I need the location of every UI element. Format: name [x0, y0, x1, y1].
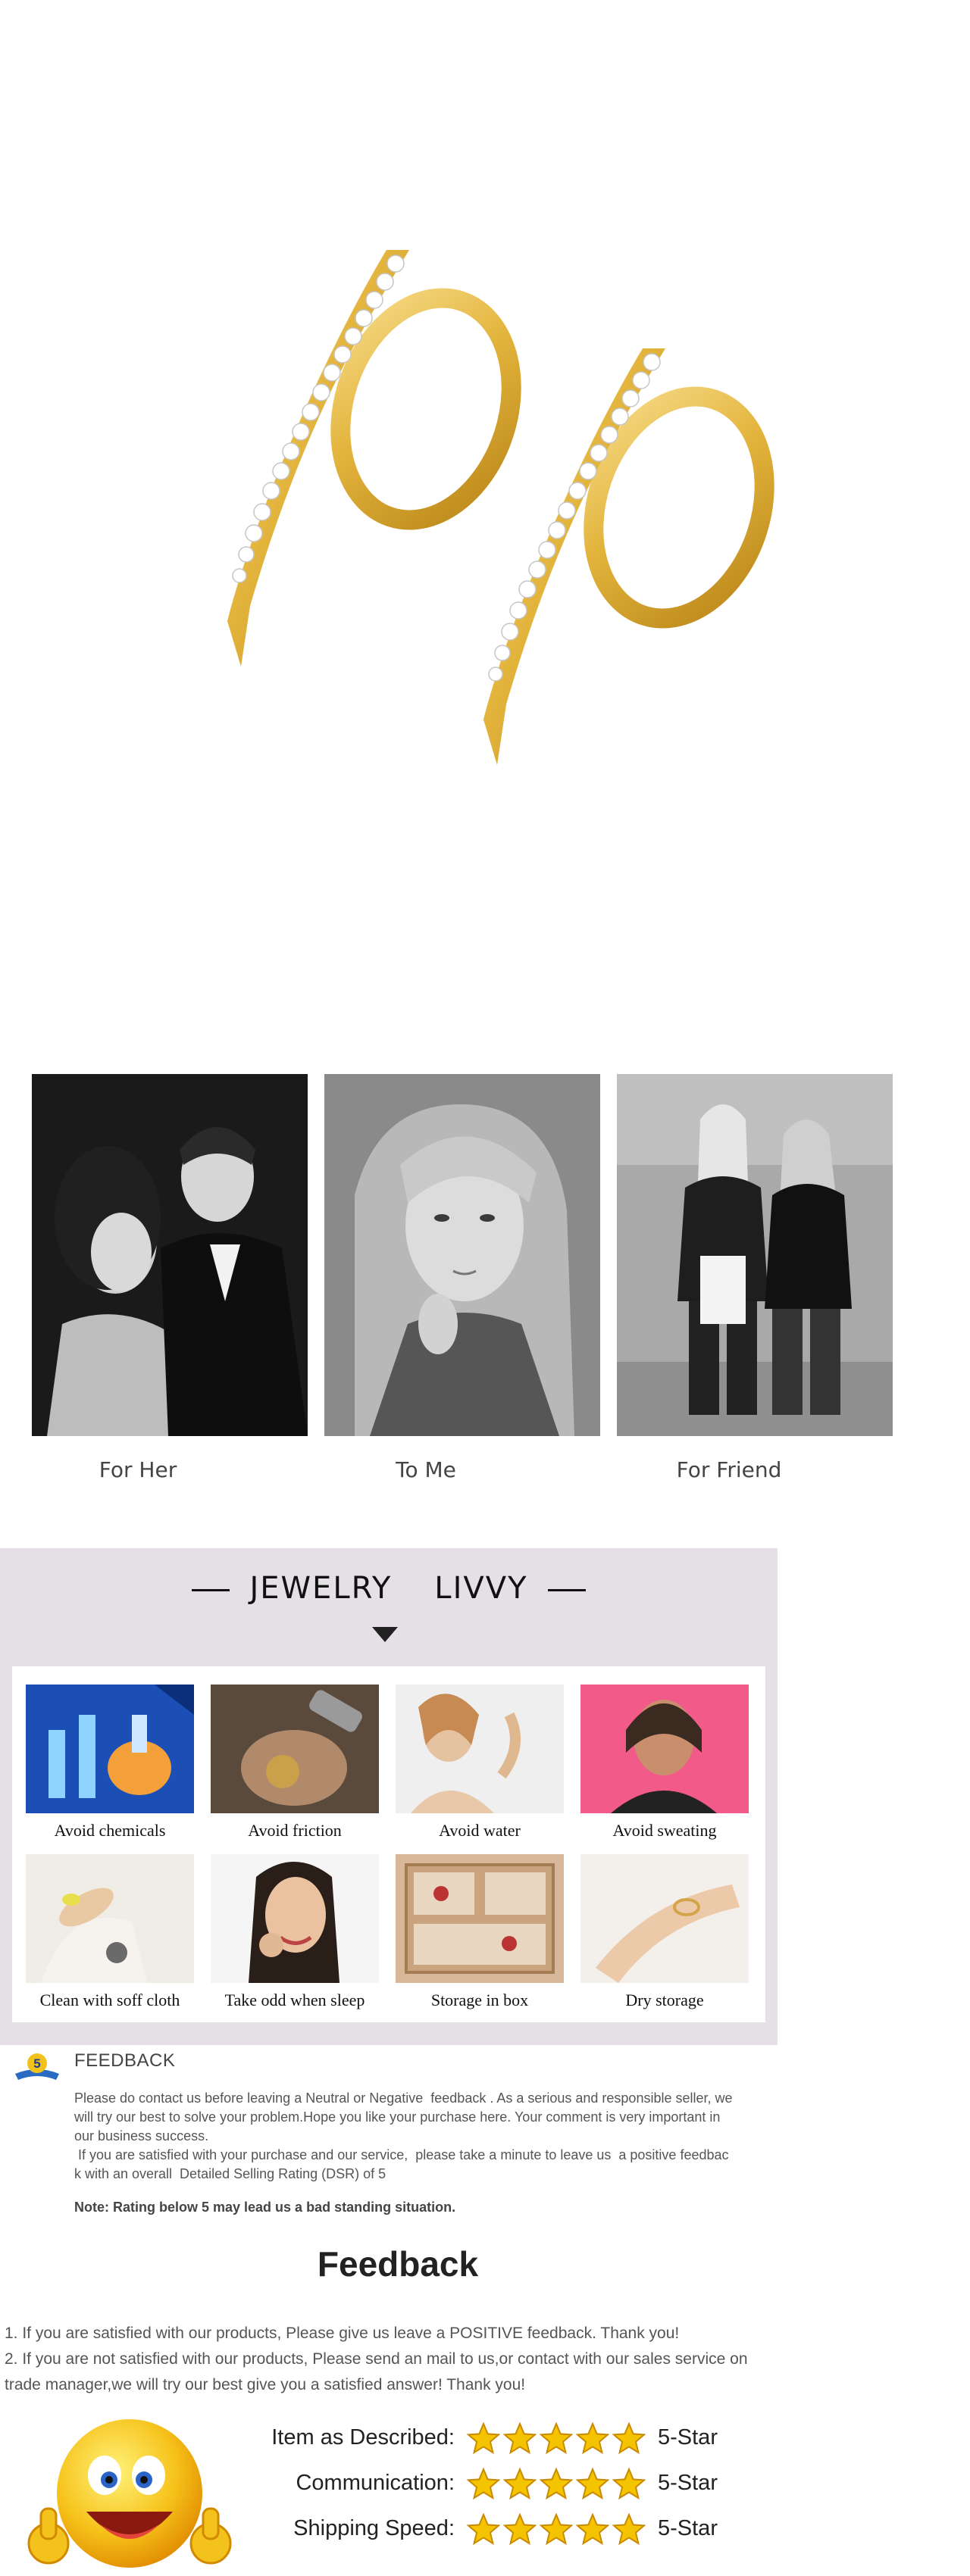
- star-icon: [467, 2468, 500, 2500]
- rating-row-item-as-described: Item as Described: 5-Star: [227, 2422, 758, 2460]
- care-label: Storage in box: [430, 1991, 529, 2009]
- product-image: [0, 0, 970, 985]
- heading-dash-right: [547, 1588, 586, 1591]
- star-icon: [540, 2422, 573, 2455]
- cloth-photo: [26, 1854, 194, 1983]
- rating-row-communication: Communication: 5-Star: [227, 2468, 758, 2506]
- friction-photo: [211, 1685, 379, 1813]
- star-icon: [503, 2513, 537, 2546]
- rating-row-shipping-speed: Shipping Speed: 5-Star: [227, 2513, 758, 2551]
- brand-right: LIVVY: [434, 1571, 528, 1606]
- gift-photo-for-friend: [617, 1074, 893, 1436]
- star-icon: [467, 2422, 500, 2455]
- down-triangle-icon: [372, 1627, 398, 1642]
- care-item-cloth: Clean with soff cloth: [26, 1854, 194, 2010]
- feedback-line-1: 1. If you are satisfied with our product…: [5, 2325, 680, 2342]
- care-item-chemicals: Avoid chemicals: [26, 1685, 194, 1841]
- right-earring: [483, 348, 774, 765]
- star-icon: [612, 2422, 646, 2455]
- rating-value: 5-Star: [658, 2516, 718, 2540]
- care-label: Avoid chemicals: [54, 1821, 166, 1840]
- heading-dash-left: [192, 1588, 230, 1591]
- feedback-notice-text: Please do contact us before leaving a Ne…: [74, 2090, 733, 2181]
- feedback-title: FEEDBACK: [74, 2050, 176, 2071]
- five-star-badge-icon: 5: [14, 2051, 61, 2081]
- svg-text:5: 5: [33, 2056, 40, 2071]
- star-icon: [576, 2468, 609, 2500]
- care-item-friction: Avoid friction: [211, 1685, 379, 1841]
- feedback-heading: Feedback: [317, 2244, 479, 2284]
- care-item-sweating: Avoid sweating: [580, 1685, 749, 1841]
- care-label: Avoid water: [439, 1821, 521, 1840]
- feedback-instructions: 1. If you are satisfied with our product…: [5, 2321, 808, 2398]
- brand-left: JEWELRY: [249, 1571, 393, 1606]
- star-icon: [612, 2513, 646, 2546]
- ring-photo: [580, 1854, 749, 1983]
- rating-label: Item as Described:: [271, 2425, 455, 2450]
- care-label: Take odd when sleep: [224, 1991, 365, 2009]
- care-item-box: Storage in box: [396, 1854, 564, 2010]
- care-label: Avoid sweating: [612, 1821, 717, 1840]
- star-icon: [576, 2422, 609, 2455]
- feedback-line-3: trade manager,we will try our best give …: [5, 2376, 526, 2393]
- care-item-water: Avoid water: [396, 1685, 564, 1841]
- brand-heading: JEWELRY LIVVY: [0, 1571, 778, 1606]
- gift-caption-to-me: To Me: [396, 1457, 456, 1482]
- star-icon: [576, 2513, 609, 2546]
- sweating-photo: [580, 1685, 749, 1813]
- rating-stars: [467, 2422, 649, 2457]
- water-photo: [396, 1685, 564, 1813]
- rating-value: 5-Star: [658, 2471, 718, 2495]
- star-icon: [467, 2513, 500, 2546]
- care-item-dry: Dry storage: [580, 1854, 749, 2010]
- rating-value: 5-Star: [658, 2425, 718, 2450]
- gift-photo-to-me: [324, 1074, 600, 1436]
- care-grid: Avoid chemicals Avoid friction Avoid wat…: [12, 1666, 765, 2022]
- feedback-line-2: 2. If you are not satisfied with our pro…: [5, 2350, 748, 2368]
- care-label: Clean with soff cloth: [39, 1991, 180, 2009]
- rating-stars: [467, 2513, 649, 2548]
- gift-photo-for-her: [32, 1074, 308, 1436]
- rating-label: Shipping Speed:: [293, 2516, 455, 2540]
- sleep-photo: [211, 1854, 379, 1983]
- chemicals-photo: [26, 1685, 194, 1813]
- care-item-sleep: Take odd when sleep: [211, 1854, 379, 2010]
- star-icon: [540, 2513, 573, 2546]
- star-icon: [540, 2468, 573, 2500]
- left-earring: [227, 250, 521, 667]
- gift-caption-for-her: For Her: [99, 1457, 177, 1482]
- gift-caption-for-friend: For Friend: [676, 1457, 782, 1482]
- rating-label: Communication:: [296, 2471, 455, 2495]
- rating-stars: [467, 2468, 649, 2503]
- thumbs-up-emoji-icon: [27, 2410, 232, 2572]
- feedback-note: Note: Rating below 5 may lead us a bad s…: [74, 2200, 456, 2215]
- care-label: Avoid friction: [248, 1821, 342, 1840]
- star-icon: [503, 2468, 537, 2500]
- earrings-illustration: [227, 250, 774, 765]
- care-label: Dry storage: [625, 1991, 704, 2009]
- star-icon: [612, 2468, 646, 2500]
- box-photo: [396, 1854, 564, 1983]
- star-icon: [503, 2422, 537, 2455]
